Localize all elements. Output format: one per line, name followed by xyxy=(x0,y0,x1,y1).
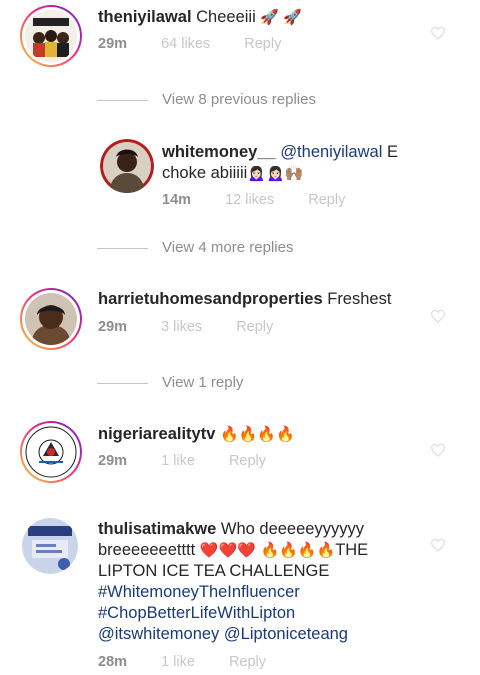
comment-body-2: breeeeeeetttt xyxy=(98,541,196,559)
rocket-emoji: 🚀 🚀 xyxy=(260,9,302,26)
reply-button[interactable]: Reply xyxy=(236,319,273,335)
likes-count[interactable]: 12 likes xyxy=(225,192,274,208)
view-one-reply[interactable]: View 1 reply xyxy=(97,374,243,391)
heart-icon[interactable] xyxy=(430,309,446,323)
comment-meta: 29m 64 likes Reply xyxy=(98,36,311,52)
comment-meta: 29m 3 likes Reply xyxy=(98,319,303,335)
avatar-theniyilawal[interactable] xyxy=(20,5,82,67)
logo-icon xyxy=(25,426,77,478)
comment-text: harrietuhomesandproperties Freshest xyxy=(98,289,391,310)
comment-text: theniyilawal Cheeeiii 🚀 🚀 xyxy=(98,7,302,28)
reply-text: whitemoney__ @theniyilawal E choke abiii… xyxy=(162,142,422,184)
reply-button[interactable]: Reply xyxy=(229,654,266,670)
avatar-nigeriarealitytv[interactable] xyxy=(20,421,82,483)
username[interactable]: whitemoney__ xyxy=(162,143,276,161)
comment-meta: 29m 1 like Reply xyxy=(98,453,296,469)
comment-body-4: LIPTON ICE TEA CHALLENGE xyxy=(98,562,330,580)
profile-photo-icon xyxy=(25,293,77,345)
avatar-whitemoney[interactable] xyxy=(100,139,154,193)
likes-count[interactable]: 64 likes xyxy=(161,36,210,52)
username[interactable]: thulisatimakwe xyxy=(98,520,216,538)
mention-link[interactable]: @theniyilawal xyxy=(280,143,382,161)
timestamp: 28m xyxy=(98,654,128,670)
emoji: 🙍🏻‍♀️🙍🏻‍♀️🙌🏽 xyxy=(247,165,304,182)
view-more-replies[interactable]: View 4 more replies xyxy=(97,239,293,256)
reply-whitemoney: whitemoney__ @theniyilawal E choke abiii… xyxy=(0,130,480,220)
heart-icon[interactable] xyxy=(430,26,446,40)
hashtag-link-2[interactable]: #ChopBetterLifeWithLipton xyxy=(98,604,295,622)
reply-button[interactable]: Reply xyxy=(229,453,266,469)
profile-photo-icon xyxy=(22,518,78,574)
reply-body-1: E xyxy=(382,143,398,161)
comment-nigeriarealitytv: nigeriarealitytv 🔥🔥🔥🔥 29m 1 like Reply xyxy=(0,415,480,495)
likes-count[interactable]: 1 like xyxy=(161,453,195,469)
profile-photo-icon xyxy=(100,139,154,193)
view-previous-replies[interactable]: View 8 previous replies xyxy=(97,91,316,108)
divider-line xyxy=(97,99,148,101)
heart-emoji: ❤️❤️❤️ xyxy=(199,542,256,559)
replies-toggle-label: View 1 reply xyxy=(162,374,244,391)
heart-icon[interactable] xyxy=(430,443,446,457)
reply-button[interactable]: Reply xyxy=(244,36,281,52)
comment-text: thulisatimakwe Who deeeeeyyyyyy breeeeee… xyxy=(98,519,428,645)
reply-button[interactable]: Reply xyxy=(308,192,345,208)
comment-meta: 28m 1 like Reply xyxy=(98,654,296,670)
mention-link-2[interactable]: @Liptoniceteang xyxy=(224,625,348,643)
heart-icon[interactable] xyxy=(430,538,446,552)
reply-body-2: choke abiiiii xyxy=(162,164,248,182)
timestamp: 14m xyxy=(162,192,192,208)
divider-line xyxy=(97,247,148,249)
likes-count[interactable]: 3 likes xyxy=(161,319,202,335)
fire-emoji: 🔥🔥🔥🔥 xyxy=(260,542,336,559)
timestamp: 29m xyxy=(98,453,128,469)
comment-body: Freshest xyxy=(327,290,392,308)
username[interactable]: harrietuhomesandproperties xyxy=(98,290,323,308)
reply-meta: 14m 12 likes Reply xyxy=(162,192,375,208)
mention-link-1[interactable]: @itswhitemoney xyxy=(98,625,219,643)
likes-count[interactable]: 1 like xyxy=(161,654,195,670)
avatar-thulisatimakwe[interactable] xyxy=(22,518,78,574)
hashtag-link-1[interactable]: #WhitemoneyTheInfluencer xyxy=(98,583,300,601)
replies-toggle-label: View 4 more replies xyxy=(162,239,294,256)
group-photo-icon xyxy=(25,10,77,62)
avatar-harrietu[interactable] xyxy=(20,288,82,350)
divider-line xyxy=(97,382,148,384)
timestamp: 29m xyxy=(98,36,128,52)
comment-text: nigeriarealitytv 🔥🔥🔥🔥 xyxy=(98,424,295,445)
fire-emoji: 🔥🔥🔥🔥 xyxy=(219,426,295,443)
username[interactable]: theniyilawal xyxy=(98,8,192,26)
replies-toggle-label: View 8 previous replies xyxy=(162,91,316,108)
comment-body-1: Who deeeeeyyyyyy xyxy=(220,520,364,538)
comment-thulisatimakwe: thulisatimakwe Who deeeeeyyyyyy breeeeee… xyxy=(0,510,480,675)
comment-body: Cheeeiii xyxy=(196,8,256,26)
comment-harrietu: harrietuhomesandproperties Freshest 29m … xyxy=(0,280,480,360)
comment-theniyilawal: theniyilawal Cheeeiii 🚀 🚀 29m 64 likes R… xyxy=(0,0,480,80)
username[interactable]: nigeriarealitytv xyxy=(98,425,215,443)
timestamp: 29m xyxy=(98,319,128,335)
comment-body-3: THE xyxy=(335,541,369,559)
